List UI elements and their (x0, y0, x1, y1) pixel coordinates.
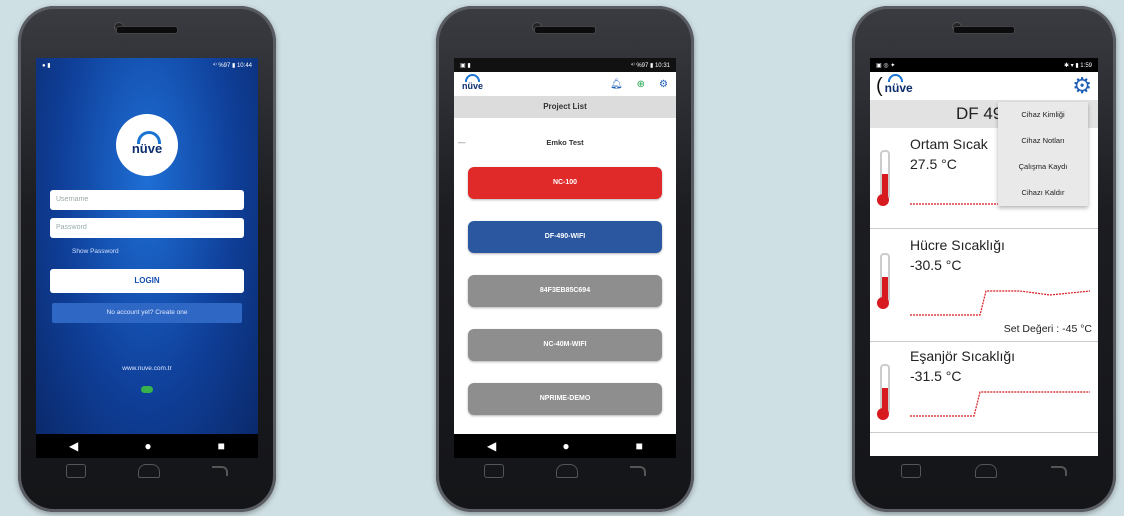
password-field[interactable]: Password (50, 218, 244, 238)
status-bar: ▣ ▮ ⁴⁾ %97 ▮ 10:31 (454, 58, 676, 72)
device-button-84f3eb85c694[interactable]: 84F3EB85C694 (468, 275, 662, 307)
device-button-df-490[interactable]: DF-490-WIFI (468, 221, 662, 253)
create-account-link[interactable]: No account yet? Create one (52, 303, 242, 323)
show-password-toggle[interactable]: Show Password (72, 248, 258, 255)
phone-device-detail: ▣ ◎ ✦ ✱ ▾ ▮ 1:59 ( nüve ⚙ DF 49 Ortam Sı… (852, 6, 1116, 512)
sensor-name: Ortam Sıcak (910, 136, 988, 152)
status-right: ⁴⁾ %97 ▮ 10:44 (212, 62, 252, 69)
android-nav-bar: ◀ ● ■ (454, 434, 676, 458)
thermometer-icon (877, 253, 890, 309)
hardware-buttons (458, 458, 672, 484)
setpoint-value: Set Değeri : -45 °C (1003, 323, 1092, 335)
sensor-sparkline (910, 290, 1090, 316)
phone-project-list: ▣ ▮ ⁴⁾ %97 ▮ 10:31 nüve 🔔︎ ⊕ ⚙ Project L… (436, 6, 694, 512)
project-name-label: Emko Test (546, 138, 584, 147)
cloud-icon (141, 386, 153, 393)
home-key-icon (138, 464, 160, 478)
home-key-icon (556, 464, 578, 478)
menu-key-icon (66, 464, 86, 478)
device-button-nc-100[interactable]: NC-100 (468, 167, 662, 199)
speaker (534, 26, 596, 34)
add-icon[interactable]: ⊕ (637, 79, 645, 90)
app-header: nüve 🔔︎ ⊕ ⚙ (454, 72, 676, 96)
login-button[interactable]: LOGIN (50, 269, 244, 293)
app-logo: nüve (884, 74, 913, 95)
status-left: ▣ ▮ (460, 62, 471, 69)
menu-item-device-notes[interactable]: Cihaz Notları (998, 128, 1088, 154)
device-detail-screen: ▣ ◎ ✦ ✱ ▾ ▮ 1:59 ( nüve ⚙ DF 49 Ortam Sı… (870, 58, 1098, 456)
speaker (953, 26, 1015, 34)
login-screen: ● ▮ ⁴⁾ %97 ▮ 10:44 nüve Username Passwor… (36, 58, 258, 458)
sensor-value: -30.5 °C (910, 257, 962, 273)
project-list-screen: ▣ ▮ ⁴⁾ %97 ▮ 10:31 nüve 🔔︎ ⊕ ⚙ Project L… (454, 58, 676, 458)
gear-icon[interactable]: ⚙ (659, 79, 668, 90)
gear-icon[interactable]: ⚙ (1072, 73, 1092, 99)
menu-key-icon (901, 464, 921, 478)
sensor-cabin[interactable]: Hücre Sıcaklığı -30.5 °C Set Değeri : -4… (870, 229, 1098, 342)
home-key-icon (975, 464, 997, 478)
sensor-name: Eşanjör Sıcaklığı (910, 348, 1016, 364)
status-bar: ▣ ◎ ✦ ✱ ▾ ▮ 1:59 (870, 58, 1098, 72)
thermometer-icon (877, 150, 890, 206)
app-logo: nüve (116, 114, 178, 176)
back-nav-icon[interactable]: ◀ (69, 439, 78, 453)
back-key-icon (630, 466, 646, 476)
settings-dropdown-menu: Cihaz Kimliği Cihaz Notları Çalışma Kayd… (998, 102, 1088, 206)
phone-login: ● ▮ ⁴⁾ %97 ▮ 10:44 nüve Username Passwor… (18, 6, 276, 512)
menu-item-remove-device[interactable]: Cihazı Kaldır (998, 180, 1088, 206)
back-arrow-icon[interactable]: ( (876, 75, 883, 98)
home-nav-icon[interactable]: ● (144, 439, 151, 453)
menu-item-work-log[interactable]: Çalışma Kaydı (998, 154, 1088, 180)
logo-text: nüve (462, 81, 484, 91)
bell-icon[interactable]: 🔔︎ (610, 79, 623, 90)
sensor-exchanger[interactable]: Eşanjör Sıcaklığı -31.5 °C (870, 342, 1098, 433)
username-field[interactable]: Username (50, 190, 244, 210)
sensor-value: -31.5 °C (910, 368, 962, 384)
recents-nav-icon[interactable]: ■ (636, 439, 643, 453)
back-nav-icon[interactable]: ◀ (487, 439, 496, 453)
app-logo: nüve (462, 74, 484, 91)
hardware-buttons (874, 458, 1094, 484)
sensor-name: Hücre Sıcaklığı (910, 237, 1005, 253)
status-right: ✱ ▾ ▮ 1:59 (1063, 62, 1092, 69)
sensor-value: 27.5 °C (910, 156, 957, 172)
device-list: NC-100 DF-490-WIFI 84F3EB85C694 NC-40M-W… (454, 167, 676, 415)
android-nav-bar: ◀ ● ■ (36, 434, 258, 458)
status-bar: ● ▮ ⁴⁾ %97 ▮ 10:44 (36, 58, 258, 72)
logo-text: nüve (884, 81, 913, 95)
speaker (116, 26, 178, 34)
menu-key-icon (484, 464, 504, 478)
collapse-icon: — (458, 138, 466, 147)
sensor-sparkline (910, 391, 1090, 417)
status-left: ▣ ◎ ✦ (876, 62, 896, 69)
status-left: ● ▮ (42, 62, 51, 69)
website-link[interactable]: www.nuve.com.tr (36, 365, 258, 372)
page-title: Project List (454, 96, 676, 118)
home-nav-icon[interactable]: ● (562, 439, 569, 453)
back-key-icon (212, 466, 228, 476)
thermometer-icon (877, 364, 890, 420)
back-key-icon (1051, 466, 1067, 476)
hardware-buttons (40, 458, 254, 484)
recents-nav-icon[interactable]: ■ (218, 439, 225, 453)
status-right: ⁴⁾ %97 ▮ 10:31 (630, 62, 670, 69)
menu-item-device-id[interactable]: Cihaz Kimliği (998, 102, 1088, 128)
project-name[interactable]: — Emko Test (454, 138, 676, 147)
device-button-nprime-demo[interactable]: NPRIME-DEMO (468, 383, 662, 415)
device-button-nc-40m[interactable]: NC-40M-WIFI (468, 329, 662, 361)
app-header: ( nüve ⚙ (870, 72, 1098, 100)
